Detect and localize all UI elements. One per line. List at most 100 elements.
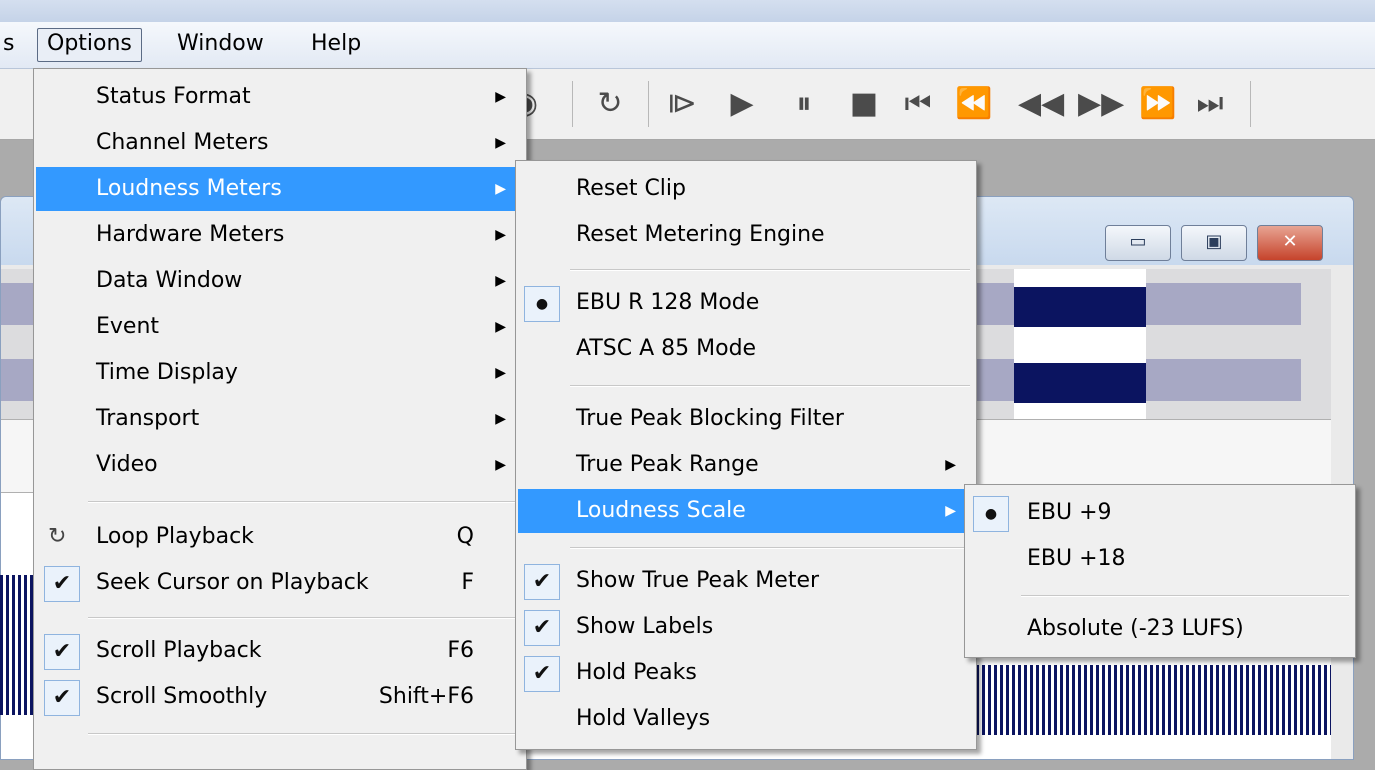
menu-item-label: Scroll Playback — [96, 638, 262, 663]
submenu-arrow-icon: ▶ — [495, 411, 506, 427]
maximize-button[interactable]: ▣ — [1181, 225, 1247, 261]
menu-item-label: EBU +9 — [1027, 500, 1112, 525]
menu-item-channel-meters[interactable]: Channel Meters ▶ — [36, 121, 524, 165]
selected-waveform — [1014, 287, 1146, 327]
menu-item-transport[interactable]: Transport ▶ — [36, 397, 524, 441]
menu-item-true-peak-range[interactable]: True Peak Range ▶ — [518, 443, 974, 487]
submenu-arrow-icon: ▶ — [495, 319, 506, 335]
menu-item-label: Reset Metering Engine — [576, 222, 825, 247]
menu-item-video[interactable]: Video ▶ — [36, 443, 524, 487]
menu-item-label: EBU R 128 Mode — [576, 290, 760, 315]
loudness-scale-submenu: ● EBU +9 EBU +18 Absolute (-23 LUFS) — [964, 484, 1356, 658]
menu-item-label: Time Display — [96, 360, 238, 385]
menu-item-ebu-plus-18[interactable]: EBU +18 — [967, 537, 1353, 581]
menu-item-label: Show Labels — [576, 614, 714, 639]
menu-item-label: Channel Meters — [96, 130, 269, 155]
play-from-start-icon[interactable]: ⧐ — [662, 84, 702, 124]
submenu-arrow-icon: ▶ — [945, 457, 956, 473]
loudness-meters-submenu: Reset Clip Reset Metering Engine ● EBU R… — [515, 160, 977, 750]
menu-item-true-peak-blocking-filter[interactable]: True Peak Blocking Filter — [518, 397, 974, 441]
menu-separator — [570, 269, 970, 271]
menu-item-shortcut: Shift+F6 — [378, 684, 474, 709]
stop-icon[interactable]: ■ — [844, 84, 884, 124]
check-icon: ✔ — [44, 566, 80, 602]
submenu-arrow-icon: ▶ — [495, 365, 506, 381]
menubar-item-help[interactable]: Help — [302, 28, 370, 60]
detail-waveform-left — [0, 575, 35, 715]
menu-separator — [88, 501, 520, 503]
check-icon: ✔ — [44, 634, 80, 670]
check-icon: ✔ — [524, 656, 560, 692]
menu-item-label: Hold Valleys — [576, 706, 711, 731]
menu-item-label: Video — [96, 452, 158, 477]
menu-item-ebu-plus-9[interactable]: ● EBU +9 — [967, 491, 1353, 535]
menu-item-label: ATSC A 85 Mode — [576, 336, 757, 361]
menubar-item-options[interactable]: Options — [37, 28, 142, 62]
menu-item-label: Show True Peak Meter — [576, 568, 820, 593]
menu-item-label: True Peak Blocking Filter — [576, 406, 844, 431]
menu-item-shortcut: F — [461, 570, 474, 595]
menu-item-shortcut: F6 — [447, 638, 474, 663]
pause-icon[interactable]: ⏸ — [784, 84, 824, 124]
menu-item-label: EBU +18 — [1027, 546, 1126, 571]
submenu-arrow-icon: ▶ — [495, 181, 506, 197]
selection-region[interactable] — [1014, 269, 1146, 419]
menu-item-reset-clip[interactable]: Reset Clip — [518, 167, 974, 211]
menu-item-label: Event — [96, 314, 160, 339]
check-icon: ✔ — [524, 610, 560, 646]
menu-item-status-format[interactable]: Status Format ▶ — [36, 75, 524, 119]
menu-item-time-display[interactable]: Time Display ▶ — [36, 351, 524, 395]
submenu-arrow-icon: ▶ — [495, 273, 506, 289]
minimize-button[interactable]: ▭ — [1105, 225, 1171, 261]
check-icon: ✔ — [524, 564, 560, 600]
menu-item-absolute[interactable]: Absolute (-23 LUFS) — [967, 607, 1353, 651]
toolbar-separator — [572, 81, 573, 127]
menu-item-label: Data Window — [96, 268, 243, 293]
radio-dot-icon: ● — [524, 286, 560, 322]
menu-item-loudness-scale[interactable]: Loudness Scale ▶ — [518, 489, 974, 533]
menu-item-label: Reset Clip — [576, 176, 686, 201]
close-button[interactable]: ✕ — [1257, 225, 1323, 261]
play-icon[interactable]: ▶ — [722, 84, 762, 124]
menu-item-label: Loudness Meters — [96, 176, 282, 201]
submenu-arrow-icon: ▶ — [945, 503, 956, 519]
menu-item-loop-playback[interactable]: ↻ Loop Playback Q — [36, 515, 524, 559]
menu-item-reset-metering-engine[interactable]: Reset Metering Engine — [518, 213, 974, 257]
menubar-item-window[interactable]: Window — [168, 28, 273, 60]
menu-item-data-window[interactable]: Data Window ▶ — [36, 259, 524, 303]
next-frame-icon[interactable]: ⏩ — [1138, 84, 1178, 124]
loop-icon[interactable]: ↻ — [590, 84, 630, 124]
menu-item-event[interactable]: Event ▶ — [36, 305, 524, 349]
go-to-start-icon[interactable]: ⏮ — [898, 84, 938, 124]
detail-waveform — [976, 665, 1331, 735]
menu-item-loudness-meters[interactable]: Loudness Meters ▶ — [36, 167, 524, 211]
menu-item-seek-cursor-on-playback[interactable]: ✔ Seek Cursor on Playback F — [36, 561, 524, 605]
menu-bar: s Options Window Help — [0, 22, 1375, 69]
menu-separator — [88, 617, 520, 619]
submenu-arrow-icon: ▶ — [495, 135, 506, 151]
menu-item-hold-peaks[interactable]: ✔ Hold Peaks — [518, 651, 974, 695]
menu-separator — [570, 547, 970, 549]
menu-item-label: Hardware Meters — [96, 222, 285, 247]
radio-dot-icon: ● — [973, 496, 1009, 532]
menu-item-label: Hold Peaks — [576, 660, 697, 685]
menu-item-show-true-peak-meter[interactable]: ✔ Show True Peak Meter — [518, 559, 974, 603]
menubar-item-partial[interactable]: s — [0, 28, 23, 60]
go-to-end-icon[interactable]: ⏭ — [1190, 84, 1230, 124]
submenu-arrow-icon: ▶ — [495, 227, 506, 243]
menu-item-label: Absolute (-23 LUFS) — [1027, 616, 1244, 641]
menu-item-scroll-playback[interactable]: ✔ Scroll Playback F6 — [36, 629, 524, 673]
previous-frame-icon[interactable]: ⏪ — [954, 84, 994, 124]
menu-item-label: Scroll Smoothly — [96, 684, 268, 709]
title-strip — [0, 0, 1375, 22]
menu-item-atsc-a85-mode[interactable]: ATSC A 85 Mode — [518, 327, 974, 371]
menu-item-scroll-smoothly[interactable]: ✔ Scroll Smoothly Shift+F6 — [36, 675, 524, 719]
menu-item-show-labels[interactable]: ✔ Show Labels — [518, 605, 974, 649]
rewind-icon[interactable]: ◀◀ — [1018, 84, 1064, 124]
fast-forward-icon[interactable]: ▶▶ — [1078, 84, 1124, 124]
menu-item-hold-valleys[interactable]: Hold Valleys — [518, 697, 974, 741]
menu-item-label: Status Format — [96, 84, 251, 109]
menu-item-hardware-meters[interactable]: Hardware Meters ▶ — [36, 213, 524, 257]
menu-item-ebu-r128-mode[interactable]: ● EBU R 128 Mode — [518, 281, 974, 325]
submenu-arrow-icon: ▶ — [495, 457, 506, 473]
